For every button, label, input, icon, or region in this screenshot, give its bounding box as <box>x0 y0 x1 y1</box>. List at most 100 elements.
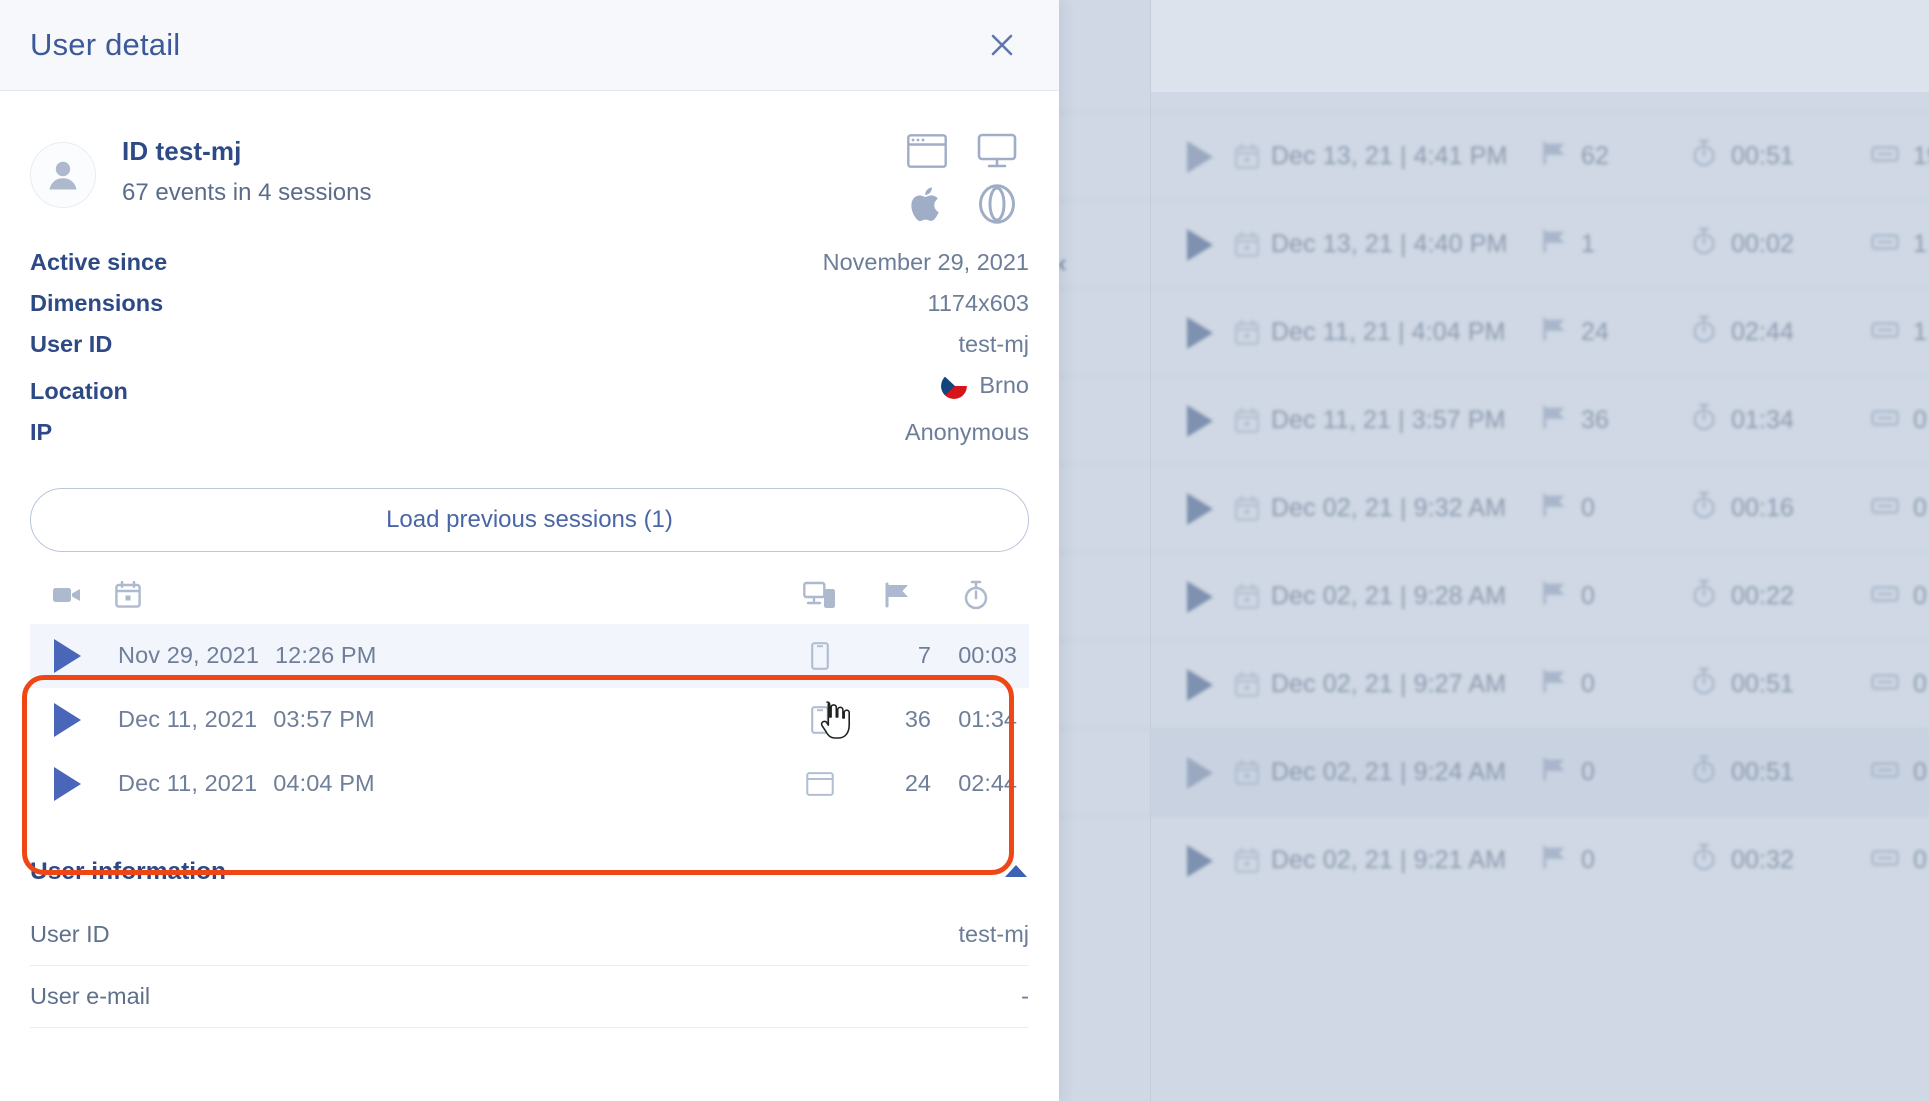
load-previous-sessions-button[interactable]: Load previous sessions (1) <box>30 487 1029 552</box>
stopwatch-icon <box>1691 843 1717 878</box>
background-table-row[interactable]: Dec 11, 21 | 4:04 PM 24 02:44 1 <box>1151 288 1929 376</box>
link-icon <box>1871 582 1899 611</box>
play-icon[interactable] <box>1187 580 1213 613</box>
flag-count: 0 <box>1581 670 1596 698</box>
play-icon[interactable] <box>1187 404 1213 437</box>
background-table-row[interactable]: Dec 02, 21 | 9:28 AM 0 00:22 0 <box>1151 552 1929 640</box>
background-table-row[interactable]: Dec 13, 21 | 4:40 PM 1 00:02 1 <box>1151 200 1929 288</box>
flag-count-cell: 0 <box>1541 580 1691 613</box>
session-row[interactable]: Nov 29, 2021 12:26 PM 7 00:03 <box>30 623 1029 688</box>
background-table-row[interactable]: Dec 13, 21 | 4:41 PM 62 00:51 19 <box>1151 112 1929 200</box>
play-icon[interactable] <box>38 702 96 737</box>
flag-count-cell: 1 <box>1541 228 1691 261</box>
link-icon <box>1871 846 1899 875</box>
calendar-icon <box>1235 144 1259 169</box>
flag-icon <box>1541 140 1567 173</box>
flag-icon <box>1541 580 1567 613</box>
device-icons-group <box>903 133 1021 229</box>
duration-cell: 00:51 <box>1691 667 1871 702</box>
panel-header: User detail <box>0 0 1059 91</box>
duration-value: 00:02 <box>1731 230 1795 258</box>
background-table-row[interactable]: Dec 11, 21 | 3:57 PM 36 01:34 0 <box>1151 376 1929 464</box>
link-count-cell: 0 <box>1871 582 1929 611</box>
session-date: Dec 02, 21 | 9:21 AM <box>1271 846 1507 874</box>
calendar-icon <box>1235 408 1259 433</box>
link-count-cell: 0 <box>1871 758 1929 787</box>
play-icon[interactable] <box>1187 756 1213 789</box>
flag-count-cell: 0 <box>1541 492 1691 525</box>
flag-count: 36 <box>1581 406 1610 434</box>
desktop-monitor-icon <box>977 133 1017 174</box>
flag-icon <box>1541 228 1567 261</box>
link-icon <box>1871 406 1899 435</box>
duration-cell: 00:22 <box>1691 579 1871 614</box>
background-table-row[interactable]: Dec 02, 21 | 9:27 AM 0 00:51 0 <box>1151 640 1929 728</box>
calendar-icon <box>1235 672 1259 697</box>
link-count-cell: 0 <box>1871 406 1929 435</box>
play-icon[interactable] <box>1187 492 1213 525</box>
session-date: Dec 02, 21 | 9:28 AM <box>1271 582 1507 610</box>
info-key: Active since <box>30 249 168 275</box>
duration-cell: 00:16 <box>1691 491 1871 526</box>
flag-count: 0 <box>1581 494 1596 522</box>
info-value-text: 1174x603 <box>927 290 1030 316</box>
play-icon[interactable] <box>1187 140 1213 173</box>
session-date: Dec 02, 21 | 9:27 AM <box>1271 670 1507 698</box>
user-information-value: test-mj <box>958 920 1030 947</box>
play-icon[interactable] <box>1187 228 1213 261</box>
duration-value: 01:34 <box>1731 406 1795 434</box>
session-date: Dec 02, 21 | 9:32 AM <box>1271 494 1507 522</box>
stopwatch-icon <box>1691 755 1717 790</box>
link-icon <box>1871 318 1899 347</box>
panel-body: ID test-mj 67 events in 4 sessions Activ… <box>0 91 1059 1028</box>
browser-window-icon <box>781 771 859 796</box>
calendar-icon <box>1235 760 1259 785</box>
info-value: Brno <box>941 372 1029 399</box>
play-icon[interactable] <box>38 638 96 673</box>
play-icon[interactable] <box>1187 844 1213 877</box>
link-count: 0 <box>1913 582 1928 610</box>
stopwatch-icon <box>1691 227 1717 262</box>
duration-value: 00:51 <box>1731 142 1795 170</box>
info-row: Dimensions 1174x603 <box>30 283 1029 324</box>
info-key: Location <box>30 377 128 404</box>
stopwatch-icon <box>1691 491 1717 526</box>
flag-count: 24 <box>1581 318 1610 346</box>
session-datetime: Nov 29, 2021 12:26 PM <box>118 642 377 668</box>
background-table-row[interactable]: Dec 02, 21 | 9:32 AM 0 00:16 0 <box>1151 464 1929 552</box>
duration-value: 00:51 <box>1731 670 1795 698</box>
flag-count: 1 <box>1581 230 1596 258</box>
user-information-row: User ID test-mj <box>30 904 1029 966</box>
info-value-text: November 29, 2021 <box>822 249 1029 275</box>
sessions-table-header <box>30 566 1029 624</box>
user-info-list: Active since November 29, 2021 Dimensions 1… <box>30 242 1029 453</box>
link-count-cell: 0 <box>1871 494 1929 523</box>
play-icon[interactable] <box>38 766 96 801</box>
user-information-key: User e-mail <box>30 982 151 1009</box>
background-table-row[interactable]: Dec 02, 21 | 9:21 AM 0 00:32 0 <box>1151 816 1929 904</box>
session-row[interactable]: Dec 11, 2021 04:04 PM 24 02:44 <box>30 752 1029 816</box>
calendar-icon <box>1235 584 1259 609</box>
user-information-toggle[interactable]: User information <box>30 858 1029 904</box>
flag-count: 0 <box>1581 582 1596 610</box>
duration-cell: 00:32 <box>1691 843 1871 878</box>
session-row[interactable]: Dec 11, 2021 03:57 PM 36 01:34 <box>30 688 1029 752</box>
info-row: IP Anonymous <box>30 412 1029 453</box>
background-topbar <box>1151 0 1929 92</box>
duration-value: 00:51 <box>1731 758 1795 786</box>
close-icon[interactable] <box>980 23 1024 67</box>
mobile-phone-icon <box>781 641 859 670</box>
session-duration: 00:03 <box>958 642 1017 668</box>
link-count: 0 <box>1913 494 1928 522</box>
flag-icon <box>1541 756 1567 789</box>
flag-icon <box>1541 668 1567 701</box>
apple-logo-icon <box>910 185 944 228</box>
info-key: User ID <box>30 331 113 357</box>
background-table-row[interactable]: Dec 02, 21 | 9:24 AM 0 00:51 0 <box>1151 728 1929 816</box>
duration-cell: 01:34 <box>1691 403 1871 438</box>
flag-icon <box>1541 844 1567 877</box>
chevron-up-icon[interactable] <box>1003 858 1029 886</box>
play-icon[interactable] <box>1187 316 1213 349</box>
session-date: Dec 02, 21 | 9:24 AM <box>1271 758 1507 786</box>
play-icon[interactable] <box>1187 668 1213 701</box>
